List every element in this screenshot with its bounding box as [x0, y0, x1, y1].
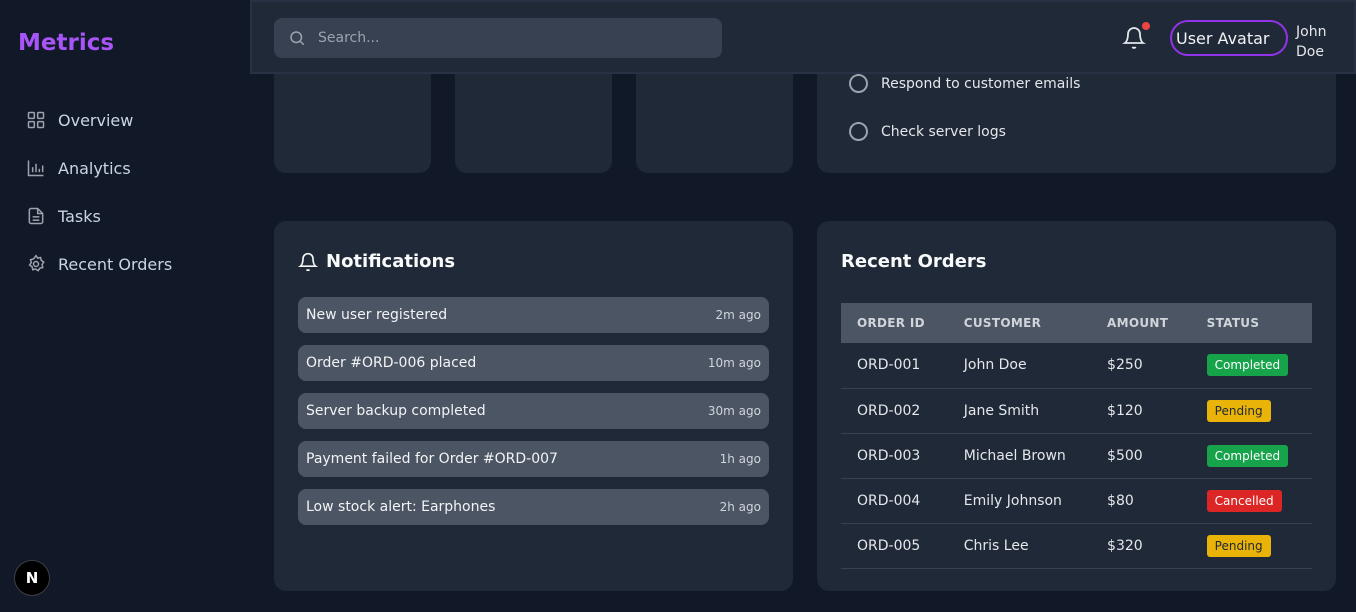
notification-time: 1h ago: [719, 452, 761, 466]
order-id: ORD-002: [841, 388, 948, 434]
status-cell: Cancelled: [1190, 478, 1312, 524]
notification-dot: [1142, 22, 1150, 30]
stat-card: [455, 60, 612, 173]
grid-icon: [27, 111, 45, 129]
card-title-text: Notifications: [326, 251, 456, 272]
sidebar-item-tasks[interactable]: Tasks: [26, 192, 172, 240]
status-badge: Completed: [1206, 444, 1289, 467]
column-header-status[interactable]: STATUS: [1191, 303, 1312, 343]
customer-name: Jane Smith: [947, 388, 1092, 434]
notification-item[interactable]: Server backup completed 30m ago: [298, 393, 769, 429]
table-header-row: ORDER ID CUSTOMER AMOUNT STATUS: [841, 303, 1312, 343]
customer-name: John Doe: [947, 343, 1092, 389]
sidebar-item-label: Recent Orders: [58, 254, 173, 274]
status-cell: Pending: [1190, 523, 1312, 569]
order-amount: $320: [1091, 523, 1191, 569]
notification-time: 10m ago: [707, 356, 761, 370]
order-id: ORD-003: [841, 433, 948, 479]
sidebar-item-analytics[interactable]: Analytics: [26, 144, 172, 192]
column-header-order-id[interactable]: ORDER ID: [841, 303, 948, 343]
avatar[interactable]: User Avatar: [1170, 20, 1288, 56]
column-header-amount[interactable]: AMOUNT: [1091, 303, 1191, 343]
task-checkbox[interactable]: [849, 122, 868, 141]
top-header: User Avatar John Doe: [250, 0, 1356, 74]
document-icon: [28, 207, 44, 225]
gear-icon: [28, 254, 45, 272]
notifications-card: Notifications New user registered 2m ago…: [274, 221, 793, 591]
sidebar-nav: Overview Analytics Tasks Recent Orders: [26, 96, 172, 288]
sidebar-item-label: Analytics: [58, 158, 131, 178]
notification-time: 2h ago: [719, 500, 761, 514]
task-checkbox[interactable]: [849, 74, 868, 93]
task-label: Check server logs: [881, 123, 1006, 140]
task-label: Respond to customer emails: [881, 75, 1081, 92]
orders-table: ORDER ID CUSTOMER AMOUNT STATUS ORD-001 …: [841, 303, 1312, 569]
task-item: Respond to customer emails: [849, 74, 1080, 93]
table-row[interactable]: ORD-005 Chris Lee $320 Pending: [841, 523, 1312, 569]
recent-orders-card: Recent Orders ORDER ID CUSTOMER AMOUNT S…: [817, 221, 1336, 591]
sidebar-item-label: Tasks: [58, 206, 101, 226]
notification-text: Low stock alert: Earphones: [306, 499, 496, 515]
sidebar-item-label: Overview: [58, 110, 134, 130]
status-badge: Cancelled: [1206, 489, 1282, 512]
stat-card: [636, 60, 793, 173]
status-cell: Completed: [1190, 433, 1312, 479]
sidebar-item-overview[interactable]: Overview: [26, 96, 172, 144]
table-row[interactable]: ORD-004 Emily Johnson $80 Cancelled: [841, 478, 1312, 524]
notification-text: New user registered: [306, 307, 448, 323]
tasks-card: Respond to customer emails Check server …: [817, 60, 1336, 173]
notification-item[interactable]: New user registered 2m ago: [298, 297, 769, 333]
status-badge: Pending: [1206, 399, 1271, 422]
customer-name: Emily Johnson: [947, 478, 1092, 524]
bell-icon[interactable]: [1122, 26, 1146, 50]
table-row[interactable]: ORD-001 John Doe $250 Completed: [841, 343, 1312, 389]
search-bar[interactable]: [274, 18, 722, 58]
notification-item[interactable]: Low stock alert: Earphones 2h ago: [298, 489, 769, 525]
order-id: ORD-004: [841, 478, 948, 524]
notification-text: Server backup completed: [306, 403, 486, 419]
notification-item[interactable]: Order #ORD-006 placed 10m ago: [298, 345, 769, 381]
bar-chart-icon: [27, 160, 44, 177]
notification-item[interactable]: Payment failed for Order #ORD-007 1h ago: [298, 441, 769, 477]
customer-name: Michael Brown: [947, 433, 1092, 479]
order-id: ORD-005: [841, 523, 948, 569]
status-cell: Pending: [1190, 388, 1312, 434]
order-amount: $500: [1091, 433, 1191, 479]
user-name: John Doe: [1296, 24, 1327, 60]
search-input[interactable]: [318, 30, 698, 46]
order-amount: $250: [1091, 343, 1191, 389]
sidebar: Metrics Overview Analytics Tasks Recent …: [0, 0, 250, 612]
notification-time: 30m ago: [707, 404, 761, 418]
bell-icon: [298, 252, 318, 271]
notification-text: Payment failed for Order #ORD-007: [306, 451, 558, 467]
table-row[interactable]: ORD-003 Michael Brown $500 Completed: [841, 433, 1312, 479]
table-row[interactable]: ORD-002 Jane Smith $120 Pending: [841, 388, 1312, 434]
order-amount: $80: [1091, 478, 1191, 524]
status-badge: Completed: [1206, 354, 1289, 377]
customer-name: Chris Lee: [947, 523, 1092, 569]
status-badge: Pending: [1206, 534, 1271, 557]
notification-text: Order #ORD-006 placed: [306, 355, 477, 371]
search-icon: [290, 31, 305, 46]
sidebar-item-recent-orders[interactable]: Recent Orders: [26, 240, 172, 288]
column-header-customer[interactable]: CUSTOMER: [948, 303, 1091, 343]
order-id: ORD-001: [841, 343, 948, 389]
task-item: Check server logs: [849, 122, 1006, 141]
order-amount: $120: [1091, 388, 1191, 434]
stat-card: [274, 60, 431, 173]
notifications-title: Notifications: [298, 251, 455, 272]
status-cell: Completed: [1190, 343, 1312, 389]
recent-orders-title: Recent Orders: [841, 251, 987, 272]
brand-logo[interactable]: Metrics: [18, 30, 114, 56]
notification-time: 2m ago: [715, 308, 761, 322]
nextjs-badge[interactable]: N: [14, 560, 50, 596]
notification-list: New user registered 2m ago Order #ORD-00…: [298, 297, 769, 537]
